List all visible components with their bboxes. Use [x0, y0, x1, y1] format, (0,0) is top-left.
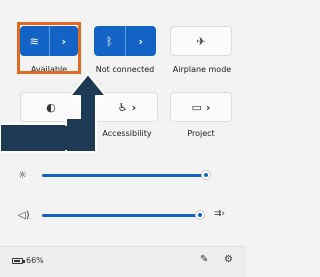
brightness-thumb[interactable]: [202, 171, 210, 179]
pencil-icon[interactable]: ✎: [200, 254, 208, 265]
volume-thumb[interactable]: [196, 211, 204, 219]
battery-icon: [12, 257, 25, 264]
battery-saver-icon: ◐: [46, 100, 56, 114]
airplane-icon: ✈: [196, 34, 206, 48]
project-tile[interactable]: ▭ ›: [170, 92, 232, 122]
accessibility-label: Accessibility: [102, 129, 152, 138]
annotation-arrow-shape: [0, 123, 67, 153]
volume-track: [42, 214, 200, 217]
battery-status[interactable]: 66%: [12, 256, 44, 265]
bluetooth-toggle-button[interactable]: ᛒ: [94, 26, 126, 56]
bluetooth-label: Not connected: [95, 65, 155, 74]
quick-settings-panel: ≋ › Available ᛒ › Not connected ✈ Airpla…: [0, 0, 246, 277]
project-icon: ▭: [191, 100, 202, 114]
gear-icon[interactable]: ⚙: [224, 254, 233, 265]
annotation-arrow-join: [60, 126, 68, 150]
bluetooth-tile[interactable]: ᛒ ›: [94, 26, 156, 56]
airplane-mode-label: Airplane mode: [172, 65, 232, 74]
brightness-icon: ☼: [18, 169, 27, 181]
wifi-highlight-box: [17, 22, 81, 74]
project-label: Project: [187, 129, 215, 138]
brightness-slider[interactable]: [42, 168, 212, 182]
brightness-track: [42, 174, 206, 177]
airplane-mode-tile[interactable]: ✈: [170, 26, 232, 56]
bluetooth-expand-button[interactable]: ›: [126, 26, 157, 56]
chevron-right-icon: ›: [205, 100, 211, 114]
accessibility-tile[interactable]: ♿ ›: [96, 92, 158, 122]
bluetooth-icon: ᛒ: [105, 34, 113, 48]
audio-output-icon[interactable]: ⇉›: [214, 209, 225, 219]
battery-saver-tile[interactable]: ◐: [20, 92, 82, 122]
volume-slider[interactable]: [42, 208, 206, 222]
battery-percentage: 66%: [26, 256, 44, 265]
battery-fill: [14, 259, 20, 262]
volume-icon: ◁): [18, 209, 30, 221]
accessibility-icon: ♿: [117, 100, 128, 114]
chevron-right-icon: ›: [138, 34, 144, 48]
chevron-right-icon: ›: [131, 100, 137, 114]
